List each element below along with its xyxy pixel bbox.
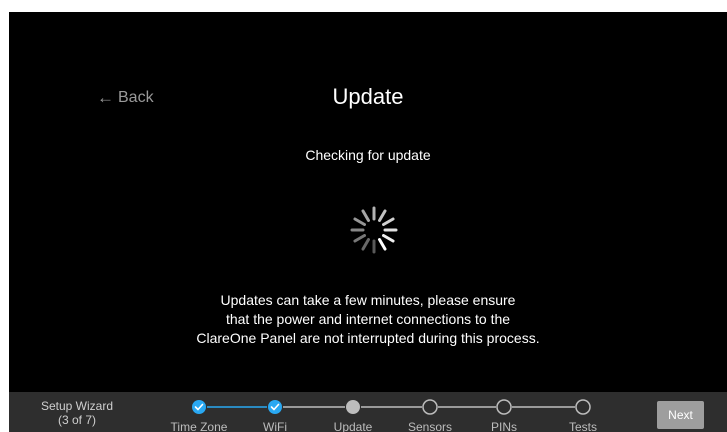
spinner-dash <box>378 238 387 251</box>
step-complete-icon <box>192 400 206 414</box>
step-progress-track <box>192 399 591 415</box>
step-current-icon <box>346 400 360 414</box>
update-message: Updates can take a few minutes, please e… <box>9 291 727 348</box>
step-pending-icon <box>422 399 438 415</box>
step-complete-icon <box>268 400 282 414</box>
spinner-dash <box>353 217 366 226</box>
loading-spinner-icon <box>350 206 398 254</box>
step-label-update: Update <box>333 420 373 432</box>
wizard-footer: Setup Wizard (3 of 7) Time Zone WiFi Upd… <box>9 392 727 432</box>
next-button[interactable]: Next <box>657 401 704 429</box>
setup-screen: ← Back Update Checking for update Update… <box>9 12 727 432</box>
step-label-pins: PINs <box>490 420 518 432</box>
step-label-time-zone: Time Zone <box>170 420 228 432</box>
message-line: that the power and internet connections … <box>225 311 511 327</box>
step-pending-icon <box>496 399 512 415</box>
message-line: Updates can take a few minutes, please e… <box>220 292 516 308</box>
step-label-wifi: WiFi <box>263 420 287 432</box>
spinner-dash <box>378 209 387 222</box>
spinner-dash <box>353 234 366 243</box>
step-label-sensors: Sensors <box>407 420 453 432</box>
spinner-dash <box>382 217 395 226</box>
spinner-dash <box>361 209 370 222</box>
page-title: Update <box>332 84 404 109</box>
spinner-dash <box>382 234 395 243</box>
spinner-dash <box>361 238 370 251</box>
message-line: ClareOne Panel are not interrupted durin… <box>196 330 540 346</box>
status-text: Checking for update <box>305 147 431 163</box>
step-label-tests: Tests <box>568 420 598 432</box>
step-pending-icon <box>575 399 591 415</box>
